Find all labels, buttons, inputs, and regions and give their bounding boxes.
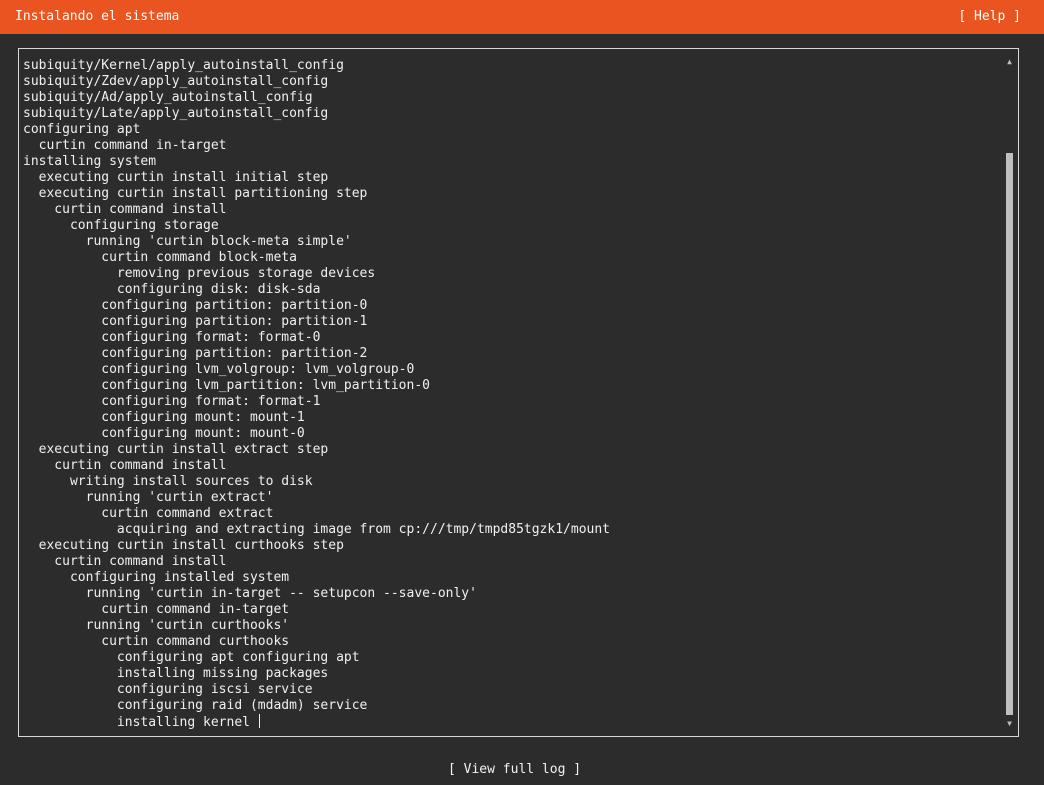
log-line: curtin command curthooks <box>23 634 290 649</box>
log-line: configuring partition: partition-0 <box>23 298 368 313</box>
log-line: running 'curtin extract' <box>23 490 274 505</box>
install-log-panel[interactable]: subiquity/Kernel/apply_autoinstall_confi… <box>18 48 1019 737</box>
log-line: configuring lvm_volgroup: lvm_volgroup-0 <box>23 362 415 377</box>
log-line: curtin command install <box>23 202 227 217</box>
log-line: writing install sources to disk <box>23 474 313 489</box>
log-line: curtin command block-meta <box>23 250 297 265</box>
log-line: configuring disk: disk-sda <box>23 282 321 297</box>
log-line: curtin command install <box>23 458 227 473</box>
log-scrollbar[interactable]: ▲ ▼ <box>1005 57 1014 729</box>
log-line: subiquity/Ad/apply_autoinstall_config <box>23 90 313 105</box>
log-line: executing curtin install extract step <box>23 442 329 457</box>
log-line: configuring installed system <box>23 570 290 585</box>
log-line: executing curtin install curthooks step <box>23 538 344 553</box>
log-line: subiquity/Kernel/apply_autoinstall_confi… <box>23 58 344 73</box>
log-line: configuring mount: mount-0 <box>23 426 305 441</box>
log-line: curtin command in-target <box>23 602 290 617</box>
title-bar: Instalando el sistema [ Help ] <box>0 0 1044 34</box>
log-line: running 'curtin curthooks' <box>23 618 290 633</box>
log-line: executing curtin install initial step <box>23 170 329 185</box>
log-line: configuring apt <box>23 122 141 137</box>
log-line: configuring iscsi service <box>23 682 313 697</box>
log-line: configuring format: format-0 <box>23 330 321 345</box>
log-line: curtin command in-target <box>23 138 227 153</box>
log-line: running 'curtin block-meta simple' <box>23 234 352 249</box>
log-line: curtin command extract <box>23 506 274 521</box>
log-line: acquiring and extracting image from cp:/… <box>23 522 610 537</box>
log-line: installing kernel <box>23 714 998 730</box>
log-line: running 'curtin in-target -- setupcon --… <box>23 586 477 601</box>
log-line: configuring partition: partition-1 <box>23 314 368 329</box>
scroll-down-arrow-icon[interactable]: ▼ <box>1005 719 1014 729</box>
log-line: configuring lvm_partition: lvm_partition… <box>23 378 430 393</box>
log-line: configuring apt configuring apt <box>23 650 360 665</box>
scrollbar-thumb[interactable] <box>1006 153 1013 715</box>
log-line: configuring format: format-1 <box>23 394 321 409</box>
page-title: Instalando el sistema <box>15 9 180 24</box>
log-line: configuring mount: mount-1 <box>23 410 305 425</box>
help-button[interactable]: [ Help ] <box>958 9 1021 25</box>
log-line: removing previous storage devices <box>23 266 376 281</box>
log-line: installing system <box>23 154 157 169</box>
log-line: subiquity/Late/apply_autoinstall_config <box>23 106 329 121</box>
log-line: subiquity/Zdev/apply_autoinstall_config <box>23 74 329 89</box>
log-line: curtin command install <box>23 554 227 569</box>
install-log-lines: subiquity/Kernel/apply_autoinstall_confi… <box>23 58 998 730</box>
log-line: configuring partition: partition-2 <box>23 346 368 361</box>
view-full-log-button[interactable]: [ View full log ] <box>448 762 581 778</box>
scroll-up-arrow-icon[interactable]: ▲ <box>1005 57 1014 67</box>
text-cursor <box>258 714 260 728</box>
log-line: configuring raid (mdadm) service <box>23 698 368 713</box>
log-line: configuring storage <box>23 218 219 233</box>
log-line: executing curtin install partitioning st… <box>23 186 368 201</box>
log-line: installing missing packages <box>23 666 329 681</box>
